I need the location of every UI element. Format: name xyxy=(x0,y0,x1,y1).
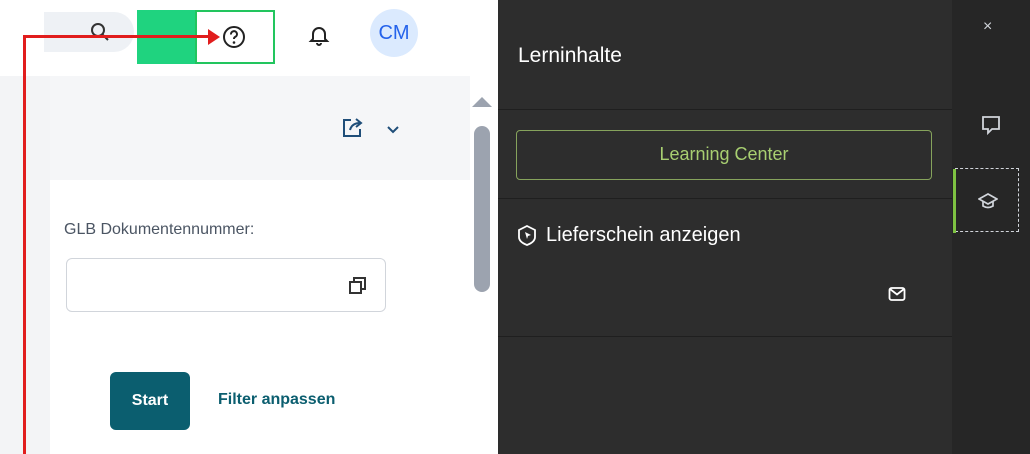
help-circle-icon[interactable] xyxy=(222,25,246,54)
close-icon[interactable]: × xyxy=(983,18,992,36)
chat-icon[interactable] xyxy=(980,114,1002,141)
avatar[interactable]: CM xyxy=(370,9,418,57)
divider xyxy=(498,198,952,199)
annotation-arrowhead-icon xyxy=(208,29,220,45)
annotation-line-vertical xyxy=(23,36,26,454)
active-indicator xyxy=(953,169,956,233)
toolbar xyxy=(50,76,470,180)
learning-item-lieferschein[interactable]: Lieferschein anzeigen xyxy=(516,220,741,250)
adapt-filter-link[interactable]: Filter anpassen xyxy=(218,391,335,409)
learning-content-tab[interactable] xyxy=(953,168,1019,233)
start-button[interactable]: Start xyxy=(110,372,190,430)
search-field[interactable] xyxy=(44,12,134,52)
chevron-down-icon[interactable] xyxy=(385,122,401,143)
learning-center-button[interactable]: Learning Center xyxy=(516,130,932,180)
graduation-cap-icon xyxy=(977,191,999,216)
scrollbar-thumb[interactable] xyxy=(474,126,490,292)
learning-item-label: Lieferschein anzeigen xyxy=(546,223,741,246)
doc-number-field[interactable] xyxy=(66,258,386,312)
divider xyxy=(498,336,952,337)
panel-title: Lerninhalte xyxy=(518,44,622,67)
scroll-up-arrow-icon[interactable] xyxy=(472,97,492,107)
divider xyxy=(498,109,952,110)
value-help-icon[interactable] xyxy=(347,275,369,302)
doc-number-label: GLB Dokumentennummer: xyxy=(64,221,255,238)
share-icon[interactable] xyxy=(339,115,365,146)
app-area: CM GLB Dokumentennummer: Start Filter an… xyxy=(0,0,498,454)
annotation-line-horizontal xyxy=(23,35,213,38)
bell-icon[interactable] xyxy=(308,24,330,51)
mail-icon[interactable] xyxy=(888,286,906,307)
cursor-badge-icon xyxy=(516,224,538,246)
